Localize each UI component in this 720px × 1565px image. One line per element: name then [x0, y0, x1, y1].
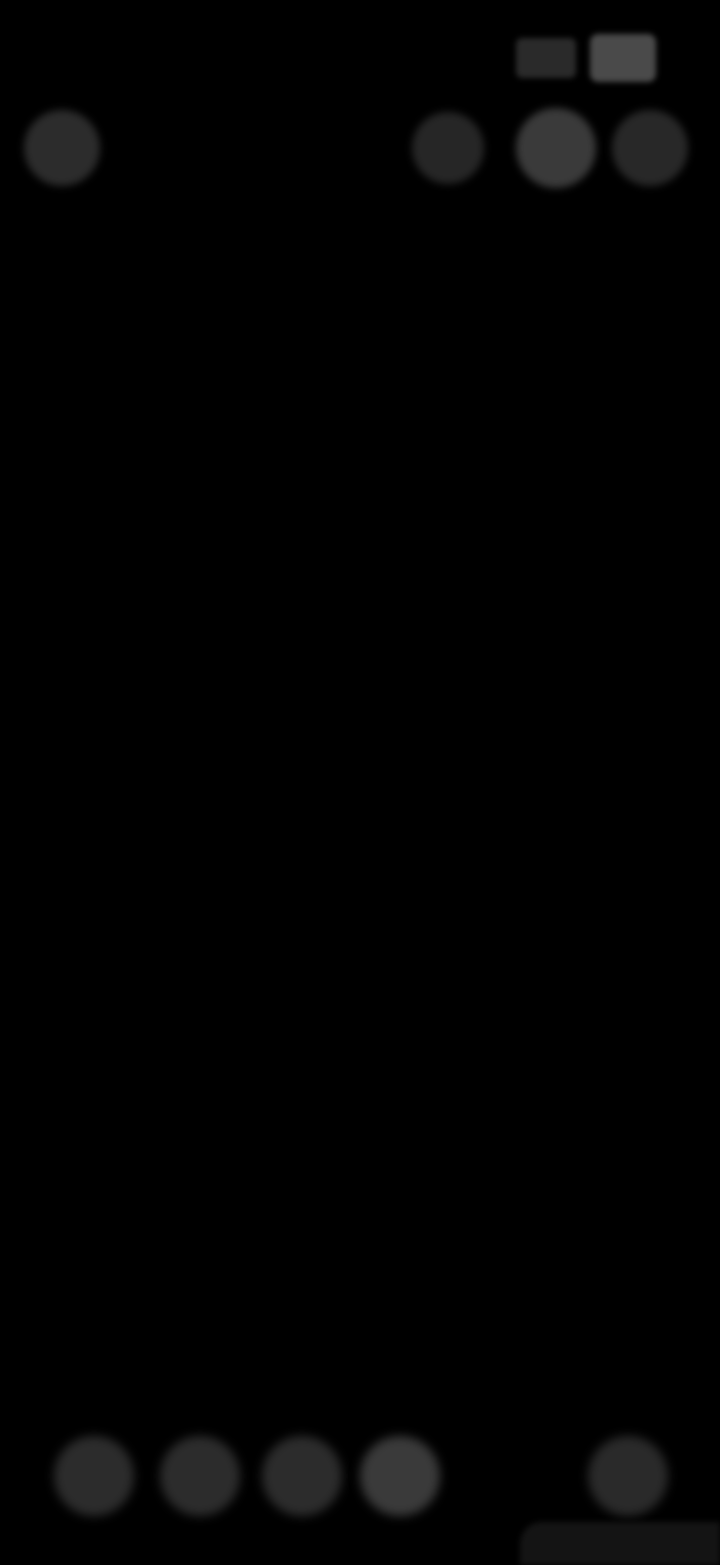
back-icon[interactable]	[24, 110, 100, 186]
more-icon[interactable]	[612, 110, 688, 186]
undo-icon[interactable]	[412, 112, 484, 184]
format-icon[interactable]	[160, 1436, 240, 1516]
image-icon[interactable]	[262, 1436, 342, 1516]
home-indicator[interactable]	[520, 1522, 720, 1565]
status-bar	[0, 0, 720, 90]
draw-icon[interactable]	[360, 1436, 440, 1516]
status-time	[72, 30, 202, 86]
note-body[interactable]	[40, 240, 660, 640]
note-title[interactable]	[196, 196, 516, 236]
bottom-toolbar	[0, 1430, 720, 1520]
edit-icon[interactable]	[588, 1436, 668, 1516]
checklist-icon[interactable]	[54, 1436, 134, 1516]
signal-icon	[516, 38, 576, 78]
note-toolbar	[0, 100, 720, 200]
battery-icon	[590, 34, 656, 82]
share-icon[interactable]	[516, 108, 596, 188]
status-icons	[496, 30, 656, 86]
